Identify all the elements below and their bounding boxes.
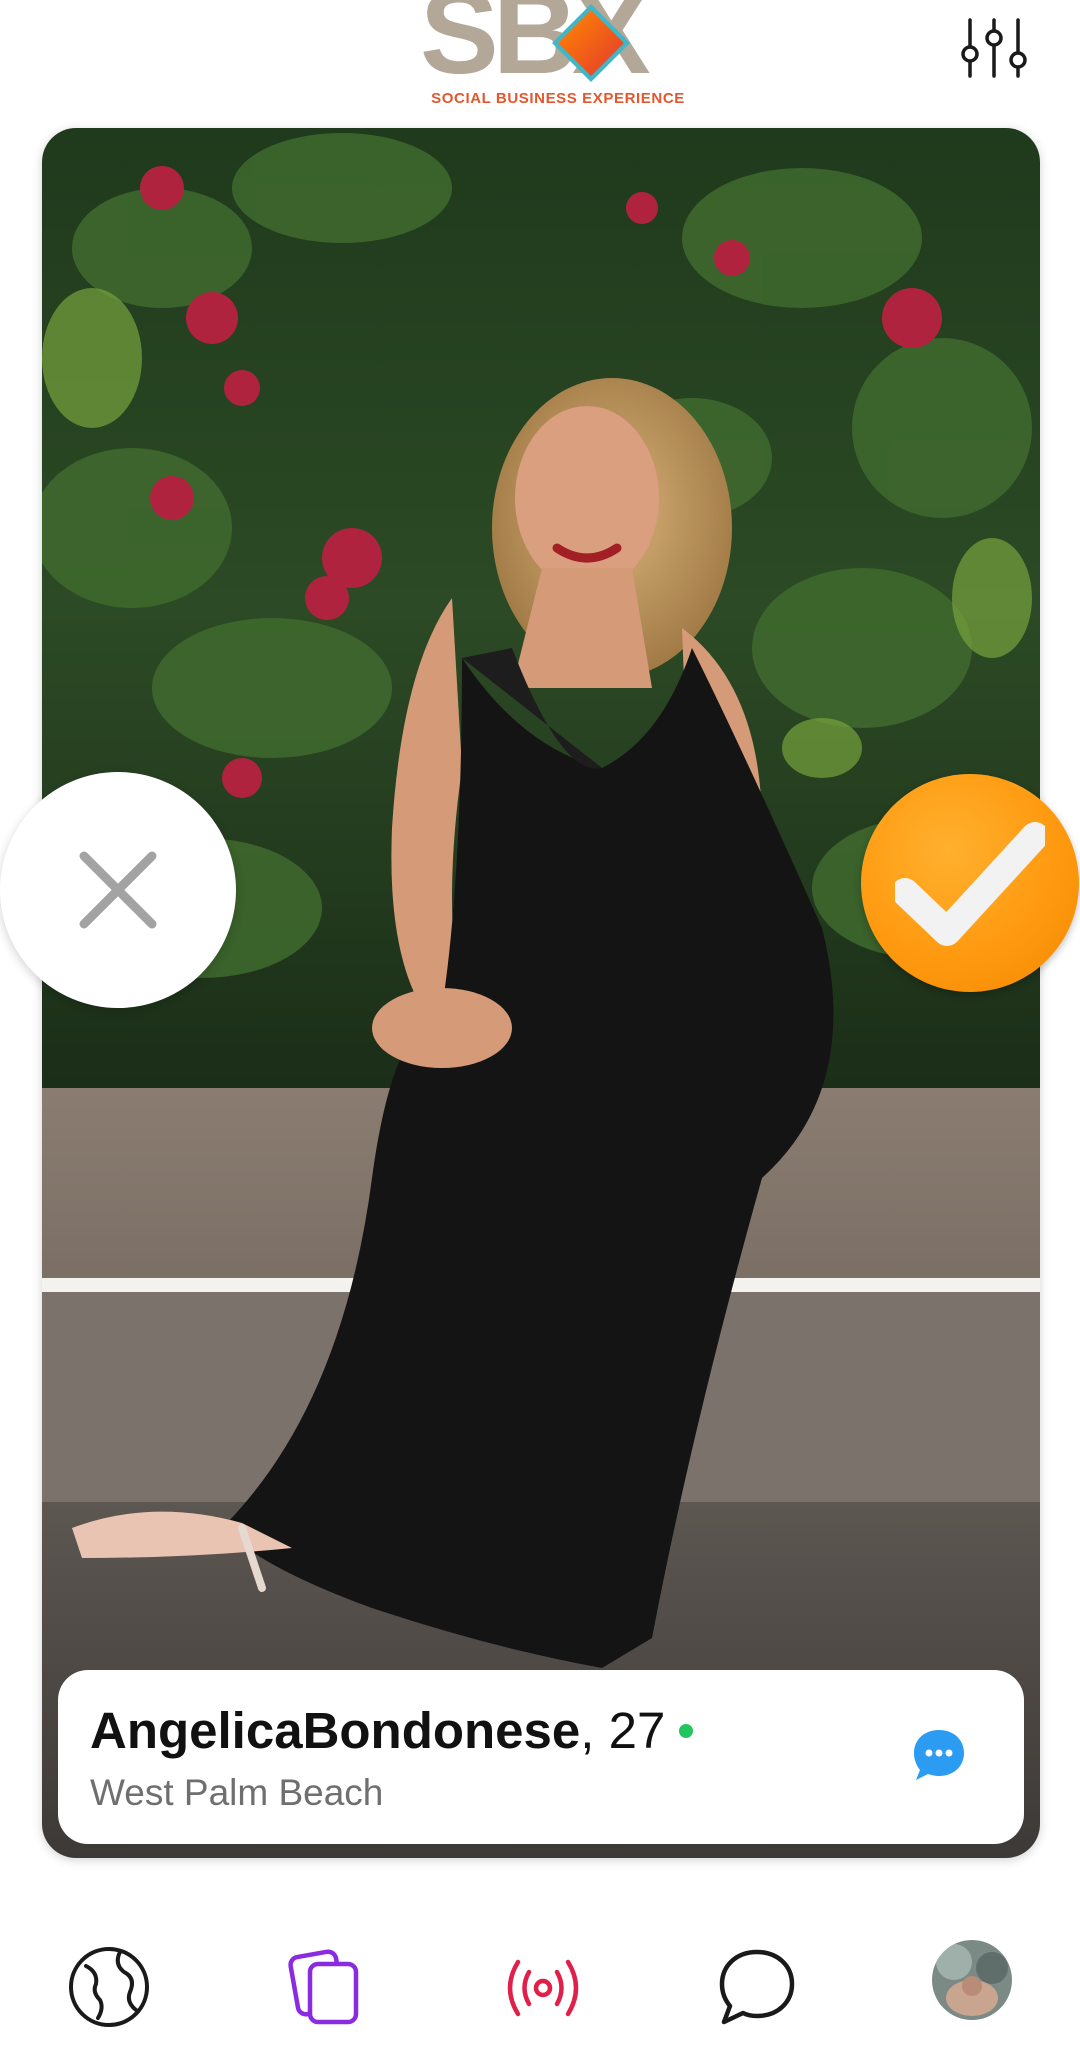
reject-button[interactable] (0, 772, 236, 1008)
app-logo: SBX SOCIAL BUSINESS EXPERIENCE (420, 0, 692, 108)
filter-button[interactable] (956, 14, 1032, 82)
nav-chats[interactable] (712, 1942, 802, 2032)
chat-bubble-icon (914, 1730, 964, 1780)
profile-name-line: AngelicaBondonese, 27 (90, 1702, 694, 1761)
avatar[interactable] (932, 1940, 1012, 2020)
close-icon (79, 851, 157, 929)
online-status-dot (679, 1723, 694, 1738)
profile-card[interactable] (42, 128, 1040, 1858)
logo-tagline: SOCIAL BUSINESS EXPERIENCE (431, 90, 685, 107)
sliders-icon (961, 18, 1027, 78)
profile-photo (42, 128, 1040, 1858)
speech-bubble-icon (719, 1949, 795, 2025)
profile-info-panel[interactable]: AngelicaBondonese, 27 West Palm Beach (58, 1670, 1024, 1844)
app-screen: SBX SOCIAL BUSINESS EXPERIENCE AngelicaB… (0, 0, 1080, 2045)
orange-diamond-logo-icon (552, 4, 630, 82)
nav-explore[interactable] (64, 1942, 154, 2032)
profile-age: , 27 (580, 1702, 666, 1759)
profile-avatar-image (932, 1940, 1012, 2020)
nav-live[interactable] (498, 1942, 588, 2032)
like-button[interactable] (861, 774, 1079, 992)
profile-name: AngelicaBondonese (90, 1702, 581, 1759)
checkmark-icon (895, 822, 1045, 946)
header: SBX SOCIAL BUSINESS EXPERIENCE (0, 0, 1080, 115)
broadcast-icon (507, 1959, 579, 2017)
bottom-navigation (0, 1920, 1080, 2045)
message-button[interactable] (910, 1726, 968, 1784)
cards-icon (288, 1949, 359, 2025)
globe-icon (69, 1947, 149, 2027)
profile-location: West Palm Beach (90, 1772, 384, 1813)
nav-cards[interactable] (280, 1942, 370, 2032)
